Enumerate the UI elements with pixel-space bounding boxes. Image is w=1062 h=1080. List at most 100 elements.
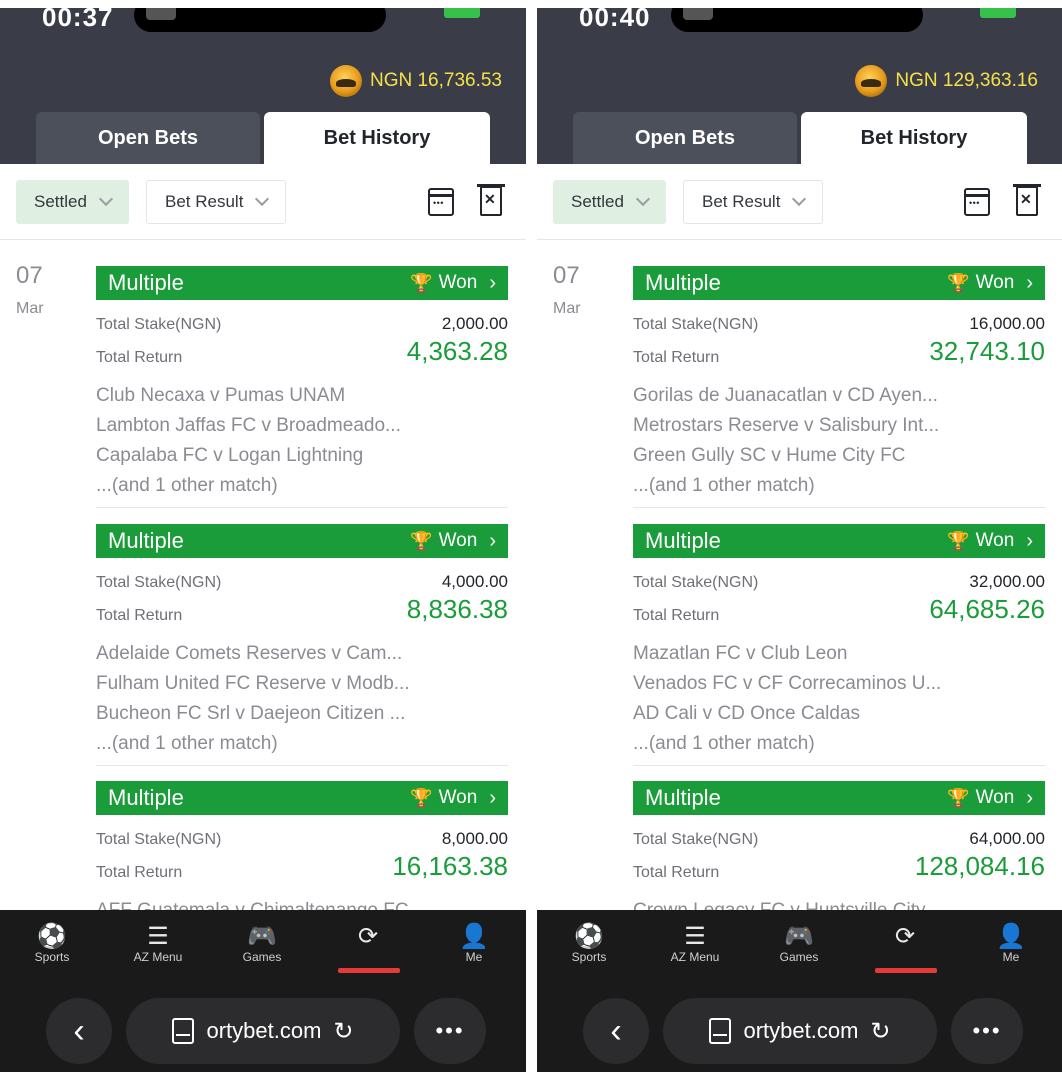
balance-display[interactable]: NGN 16,736.53 <box>329 64 502 98</box>
nav-label-me: Me <box>1002 950 1020 964</box>
back-button[interactable]: ‹ <box>46 998 112 1064</box>
bet-card[interactable]: Multiple 🏆 Won › Total Stake(NGN) 4,000.… <box>96 524 508 766</box>
nav-item-az-menu[interactable]: ☰ AZ Menu <box>118 922 198 965</box>
nav-label-games: Games <box>242 950 282 964</box>
address-bar[interactable]: ortybet.com ↻ <box>126 998 400 1064</box>
bet-status-label: Won <box>975 272 1015 293</box>
return-label: Total Return <box>96 607 183 624</box>
bet-status: 🏆 Won › <box>410 272 496 295</box>
bet-card-header[interactable]: Multiple 🏆 Won › <box>96 524 508 558</box>
stake-row: Total Stake(NGN) 32,000.00 <box>633 572 1045 592</box>
return-row: Total Return 128,084.16 <box>633 851 1045 882</box>
settled-filter-dropdown[interactable]: Settled <box>553 180 666 224</box>
stake-value: 16,000.00 <box>969 314 1045 333</box>
return-value: 64,685.26 <box>929 594 1045 624</box>
nav-item-az-menu[interactable]: ☰ AZ Menu <box>655 922 735 965</box>
bet-result-filter-dropdown[interactable]: Bet Result <box>146 180 287 224</box>
bet-card[interactable]: Multiple 🏆 Won › Total Stake(NGN) 2,000.… <box>96 266 508 508</box>
url-text: ortybet.com <box>206 1018 322 1043</box>
return-label: Total Return <box>633 607 720 624</box>
return-value: 128,084.16 <box>914 851 1045 881</box>
bet-type: Multiple <box>645 528 721 553</box>
status-time: 00:37 <box>42 8 114 32</box>
reload-icon[interactable]: ↻ <box>333 1017 353 1046</box>
avatar[interactable] <box>329 65 362 97</box>
island-thumbnail <box>146 8 176 20</box>
reload-icon[interactable]: ↻ <box>870 1017 890 1046</box>
tab-open-bets[interactable]: Open Bets <box>573 112 797 164</box>
stake-value: 4,000.00 <box>441 572 508 591</box>
nav-item-sports[interactable]: ⚽ Sports <box>12 922 92 965</box>
match-item: Adelaide Comets Reserves v Cam... <box>96 643 403 664</box>
settled-filter-dropdown[interactable]: Settled <box>16 180 129 224</box>
nav-item-cashout[interactable]: ⟳ <box>328 922 408 950</box>
bet-status-label: Won <box>975 787 1015 808</box>
bet-card[interactable]: Multiple 🏆 Won › Total Stake(NGN) 16,000… <box>633 266 1045 508</box>
tab-bet-history[interactable]: Bet History <box>801 112 1027 164</box>
nav-label-sports: Sports <box>571 950 607 964</box>
more-button[interactable]: ••• <box>414 998 486 1064</box>
address-bar[interactable]: ortybet.com ↻ <box>663 998 937 1064</box>
nav-item-games[interactable]: 🎮 Games <box>222 922 302 965</box>
date-day: 07 <box>16 262 43 289</box>
delete-icon[interactable] <box>477 184 505 216</box>
gamepad-icon: 🎮 <box>247 922 277 950</box>
trophy-icon: 🏆 <box>410 787 433 808</box>
match-list: Mazatlan FC v Club Leon Venados FC v CF C… <box>633 639 1045 759</box>
return-label: Total Return <box>633 349 720 366</box>
bet-card[interactable]: Multiple 🏆 Won › Total Stake(NGN) 32,000… <box>633 524 1045 766</box>
bottom-navigation: ⚽ Sports ☰ AZ Menu 🎮 Games ⟳ 👤 Me ‹ orty… <box>537 910 1062 1072</box>
bet-card-header[interactable]: Multiple 🏆 Won › <box>96 781 508 815</box>
match-item: ...(and 1 other match) <box>633 475 815 496</box>
bet-card-header[interactable]: Multiple 🏆 Won › <box>633 524 1045 558</box>
back-button[interactable]: ‹ <box>583 998 649 1064</box>
balance-display[interactable]: NGN 129,363.16 <box>855 64 1038 98</box>
filter-bar: Settled Bet Result <box>0 164 526 240</box>
nav-label-az-menu: AZ Menu <box>133 950 183 964</box>
nav-item-cashout[interactable]: ⟳ <box>865 922 945 950</box>
stake-row: Total Stake(NGN) 4,000.00 <box>96 572 508 592</box>
return-row: Total Return 8,836.38 <box>96 594 508 625</box>
calendar-icon[interactable] <box>964 188 990 216</box>
page-icon <box>172 1018 195 1044</box>
return-value: 32,743.10 <box>929 336 1045 366</box>
bet-card-header[interactable]: Multiple 🏆 Won › <box>633 781 1045 815</box>
nav-label-az-menu: AZ Menu <box>670 950 720 964</box>
match-item: Venados FC v CF Correcaminos U... <box>633 673 942 694</box>
bet-type: Multiple <box>108 270 184 295</box>
nav-item-me[interactable]: 👤 Me <box>434 922 514 965</box>
calendar-icon[interactable] <box>428 188 454 216</box>
bet-card-header[interactable]: Multiple 🏆 Won › <box>96 266 508 300</box>
bet-result-filter-label: Bet Result <box>165 192 244 211</box>
nav-item-sports[interactable]: ⚽ Sports <box>549 922 629 965</box>
delete-icon[interactable] <box>1013 184 1041 216</box>
stake-label: Total Stake(NGN) <box>633 831 759 848</box>
match-list: Gorilas de Juanacatlan v CD Ayen... Metro… <box>633 381 1045 501</box>
bet-result-filter-label: Bet Result <box>702 192 781 211</box>
date-month: Mar <box>16 300 44 317</box>
bet-status: 🏆 Won › <box>410 530 496 553</box>
match-list: Adelaide Comets Reserves v Cam... Fulham … <box>96 639 508 759</box>
tab-bet-history[interactable]: Bet History <box>264 112 490 164</box>
bet-type: Multiple <box>645 270 721 295</box>
phone-screen-left: 00:37 NGN 16,736.53 Open Bets Bet Histor… <box>0 8 526 1072</box>
nav-item-games[interactable]: 🎮 Games <box>759 922 839 965</box>
bet-result-filter-dropdown[interactable]: Bet Result <box>683 180 824 224</box>
nav-item-me[interactable]: 👤 Me <box>971 922 1051 965</box>
bet-status-label: Won <box>438 272 478 293</box>
chevron-left-icon: ‹ <box>73 1011 85 1050</box>
bet-card-header[interactable]: Multiple 🏆 Won › <box>633 266 1045 300</box>
user-icon: 👤 <box>996 922 1026 950</box>
url-text: ortybet.com <box>743 1018 859 1043</box>
bet-status-label: Won <box>975 530 1015 551</box>
tab-open-bets[interactable]: Open Bets <box>36 112 260 164</box>
settled-filter-label: Settled <box>571 192 624 211</box>
browser-toolbar: ‹ ortybet.com ↻ ••• <box>537 992 1062 1072</box>
avatar[interactable] <box>855 65 888 97</box>
filter-bar: Settled Bet Result <box>537 164 1062 240</box>
bet-status-label: Won <box>438 787 478 808</box>
balance-amount: NGN 16,736.53 <box>369 70 502 91</box>
stake-row: Total Stake(NGN) 8,000.00 <box>96 829 508 849</box>
match-item: Club Necaxa v Pumas UNAM <box>96 385 346 406</box>
more-button[interactable]: ••• <box>951 998 1023 1064</box>
